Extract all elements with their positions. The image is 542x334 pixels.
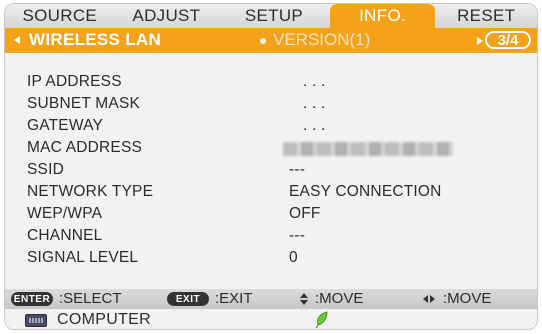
tab-info[interactable]: INFO. [329, 4, 436, 28]
info-value: --- [289, 227, 306, 244]
info-label: SIGNAL LEVEL [27, 249, 139, 266]
sub-menu-bar: WIRELESS LAN VERSION(1) 3/4 [5, 28, 537, 53]
left-right-arrow-icon [423, 295, 437, 305]
info-row-gateway: GATEWAY . . . [27, 117, 527, 139]
info-row-signal-level: SIGNAL LEVEL 0 [27, 249, 527, 271]
next-submenu-label[interactable]: VERSION(1) [273, 30, 370, 50]
info-value: . . . [303, 117, 326, 134]
info-panel: IP ADDRESS . . . SUBNET MASK . . . GATEW… [5, 53, 537, 289]
current-source: COMPUTER [57, 311, 151, 328]
projector-menu: SOURCE ADJUST SETUP INFO. RESET WIRELESS… [4, 3, 538, 330]
info-row-mac-address: MAC ADDRESS [27, 139, 527, 161]
key-help-bar: ENTER :SELECT EXIT :EXIT :MOVE :MOVE [5, 289, 537, 309]
info-label: NETWORK TYPE [27, 183, 154, 200]
tab-reset[interactable]: RESET [435, 4, 537, 28]
info-label: CHANNEL [27, 227, 103, 244]
info-value: --- [289, 161, 306, 178]
tab-adjust[interactable]: ADJUST [115, 4, 219, 28]
info-label: SSID [27, 161, 64, 178]
up-down-arrow-icon [299, 292, 309, 306]
info-value: OFF [289, 205, 321, 222]
page-indicator: 3/4 [485, 31, 531, 49]
exit-help-text: :EXIT [215, 290, 253, 307]
info-value: 0 [289, 249, 298, 266]
bullet-icon [260, 38, 266, 44]
tab-source[interactable]: SOURCE [5, 4, 115, 28]
right-arrow-icon[interactable] [477, 37, 483, 45]
updown-help-text: :MOVE [315, 290, 364, 307]
info-value: . . . [303, 73, 326, 90]
tab-setup[interactable]: SETUP [218, 4, 330, 28]
info-row-wep-wpa: WEP/WPA OFF [27, 205, 527, 227]
eco-leaf-icon [315, 311, 328, 329]
info-label: GATEWAY [27, 117, 104, 134]
info-row-network-type: NETWORK TYPE EASY CONNECTION [27, 183, 527, 205]
mac-address-redacted [283, 142, 453, 156]
exit-key-icon: EXIT [167, 292, 209, 306]
info-value: EASY CONNECTION [289, 183, 442, 200]
info-label: IP ADDRESS [27, 73, 122, 90]
info-row-ssid: SSID --- [27, 161, 527, 183]
enter-help-text: :SELECT [59, 290, 122, 307]
menu-tab-bar: SOURCE ADJUST SETUP INFO. RESET [5, 4, 537, 28]
computer-input-icon [25, 314, 47, 327]
info-row-subnet-mask: SUBNET MASK . . . [27, 95, 527, 117]
submenu-title: WIRELESS LAN [29, 30, 162, 49]
leftright-help-text: :MOVE [443, 290, 492, 307]
info-value: . . . [303, 95, 326, 112]
input-source-bar: COMPUTER [5, 309, 537, 329]
info-row-ip-address: IP ADDRESS . . . [27, 73, 527, 95]
info-label: WEP/WPA [27, 205, 103, 222]
info-label: MAC ADDRESS [27, 139, 143, 156]
enter-key-icon: ENTER [11, 292, 53, 306]
info-row-channel: CHANNEL --- [27, 227, 527, 249]
info-label: SUBNET MASK [27, 95, 141, 112]
left-arrow-icon[interactable] [14, 36, 20, 44]
